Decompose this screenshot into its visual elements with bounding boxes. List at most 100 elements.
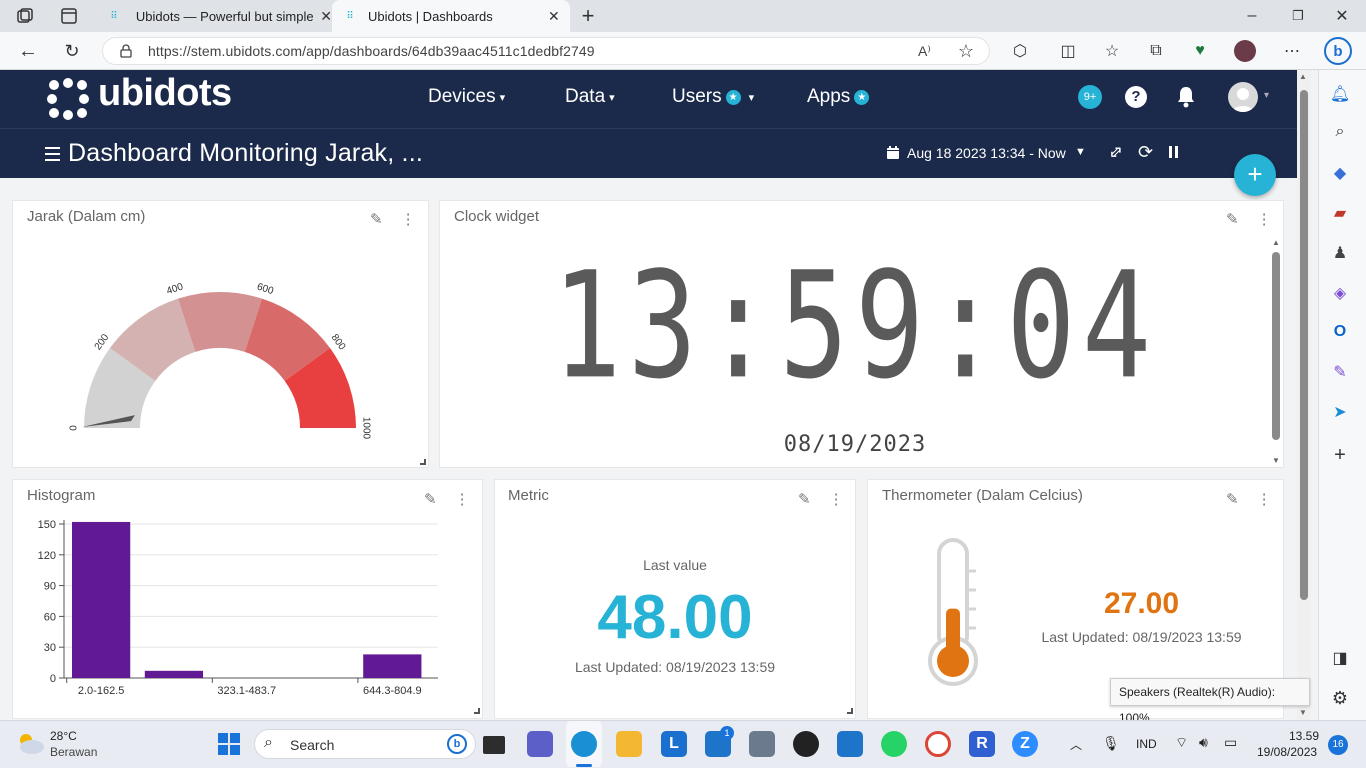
taskbar-search-box[interactable] xyxy=(254,729,476,759)
task-view-icon[interactable] xyxy=(483,736,505,754)
read-aloud-icon[interactable]: A⁾ xyxy=(918,43,931,60)
notifications-count-badge[interactable]: 9+ xyxy=(1078,85,1102,109)
whatsapp-icon[interactable] xyxy=(881,731,907,757)
resize-handle-icon[interactable] xyxy=(847,708,853,714)
more-vertical-icon[interactable]: ⋮ xyxy=(1257,490,1272,508)
designer-icon[interactable]: ✎ xyxy=(1330,362,1350,382)
add-sidebar-app-icon[interactable]: + xyxy=(1330,444,1350,466)
edit-pencil-icon[interactable]: ✎ xyxy=(424,490,437,508)
ubidots-logo-icon[interactable] xyxy=(46,77,90,121)
add-widget-button[interactable]: + xyxy=(1234,154,1276,196)
weather-temp[interactable]: 28°C xyxy=(50,729,77,743)
refresh-dashboard-icon[interactable]: ⟳ xyxy=(1138,142,1153,163)
bing-search-icon[interactable]: b xyxy=(447,734,467,754)
battery-icon[interactable]: ▭ xyxy=(1224,734,1237,751)
calendar-icon[interactable] xyxy=(886,145,900,160)
hide-sidebar-icon[interactable]: ◨ xyxy=(1330,648,1350,668)
wifi-icon[interactable]: ⌔ xyxy=(1175,734,1188,752)
page-scrollbar-thumb[interactable] xyxy=(1300,90,1308,600)
bell-icon[interactable] xyxy=(1175,85,1197,109)
favorite-star-icon[interactable]: ☆ xyxy=(956,41,976,61)
widget-scrollbar-thumb[interactable] xyxy=(1272,252,1280,440)
games-icon[interactable]: ♟ xyxy=(1330,243,1350,263)
close-tab-icon[interactable]: ✕ xyxy=(320,8,332,25)
pause-icon[interactable] xyxy=(1169,146,1179,158)
media-player-icon[interactable] xyxy=(793,731,819,757)
caret-down-icon[interactable]: ▾ xyxy=(1264,90,1269,101)
nav-data[interactable]: Data ▾ xyxy=(565,86,615,108)
scroll-up-icon[interactable]: ▲ xyxy=(1299,72,1307,81)
more-vertical-icon[interactable]: ⋮ xyxy=(401,210,416,228)
tab-actions-icon[interactable] xyxy=(58,6,80,26)
microphone-icon[interactable]: 🎙︎ xyxy=(1102,735,1120,752)
send-icon[interactable]: ➤ xyxy=(1330,402,1350,422)
close-window-icon[interactable]: ✕ xyxy=(1332,6,1352,26)
close-tab-icon[interactable]: ✕ xyxy=(548,8,560,25)
clock-date-tray[interactable]: 19/08/2023 xyxy=(1257,745,1317,759)
store-icon[interactable] xyxy=(749,731,775,757)
zoom-icon[interactable]: Z xyxy=(1012,731,1038,757)
speaker-icon[interactable]: 🔊︎ xyxy=(1199,734,1208,751)
nav-devices[interactable]: Devices ▾ xyxy=(428,86,505,108)
sidebar-settings-icon[interactable]: ⚙ xyxy=(1330,688,1350,708)
calendar-app-icon[interactable] xyxy=(837,731,863,757)
office-icon[interactable]: ◈ xyxy=(1330,283,1350,303)
outlook-icon[interactable]: O xyxy=(1330,322,1350,342)
notifications-sidebar-icon[interactable]: 🔔︎ xyxy=(1330,84,1350,104)
new-tab-icon[interactable]: + xyxy=(578,3,598,28)
edge-taskbar-icon[interactable] xyxy=(571,731,597,757)
tab-ubidots-dashboards[interactable]: ⠿ Ubidots | Dashboards ✕ xyxy=(332,0,570,32)
more-vertical-icon[interactable]: ⋮ xyxy=(829,490,844,508)
bing-copilot-icon[interactable]: b xyxy=(1324,37,1352,65)
logo-text[interactable]: ubidots xyxy=(98,72,232,115)
restore-icon[interactable]: ❐ xyxy=(1288,6,1308,26)
browser-essentials-icon[interactable]: ♥ xyxy=(1190,41,1210,61)
hamburger-menu-icon[interactable] xyxy=(45,147,60,161)
lock-icon[interactable] xyxy=(118,42,134,60)
weather-desc[interactable]: Berawan xyxy=(50,745,97,759)
url-text[interactable]: https://stem.ubidots.com/app/dashboards/… xyxy=(148,43,595,59)
more-vertical-icon[interactable]: ⋮ xyxy=(1257,210,1272,228)
shopping-icon[interactable]: ◆ xyxy=(1330,163,1350,183)
more-options-icon[interactable]: ⋯ xyxy=(1282,41,1302,61)
resize-handle-icon[interactable] xyxy=(420,459,426,465)
chrome-icon[interactable] xyxy=(925,731,951,757)
scroll-up-icon[interactable]: ▲ xyxy=(1272,238,1280,247)
scroll-down-icon[interactable]: ▼ xyxy=(1272,456,1280,465)
show-hidden-icons-icon[interactable]: ︿ xyxy=(1070,736,1082,753)
tab-ubidots-home[interactable]: ⠿ Ubidots — Powerful but simple I... ✕ xyxy=(96,0,332,32)
split-screen-icon[interactable]: ◫ xyxy=(1058,41,1078,61)
profile-avatar[interactable] xyxy=(1234,40,1256,62)
extensions-icon[interactable]: ⬡ xyxy=(1010,41,1030,61)
minimize-icon[interactable]: – xyxy=(1242,6,1262,26)
collections-icon[interactable]: ⧉ xyxy=(1146,41,1166,61)
edit-pencil-icon[interactable]: ✎ xyxy=(798,490,811,508)
date-range-picker[interactable]: Aug 18 2023 13:34 - Now xyxy=(907,145,1066,161)
caret-down-icon[interactable]: ▼ xyxy=(1075,146,1086,158)
search-sidebar-icon[interactable]: ⌕ xyxy=(1330,122,1350,142)
user-avatar[interactable] xyxy=(1228,82,1258,112)
help-icon[interactable]: ? xyxy=(1125,86,1147,108)
weather-cloud-icon[interactable] xyxy=(16,730,46,756)
edit-pencil-icon[interactable]: ✎ xyxy=(370,210,383,228)
nav-apps[interactable]: Apps ★ xyxy=(807,86,870,108)
tools-icon[interactable]: ▰ xyxy=(1330,203,1350,223)
refresh-icon[interactable]: ↻ xyxy=(62,41,82,61)
nav-users[interactable]: Users ★ ▾ xyxy=(672,86,754,108)
favorites-icon[interactable]: ☆ xyxy=(1102,41,1122,61)
file-explorer-icon[interactable] xyxy=(616,731,642,757)
edit-pencil-icon[interactable]: ✎ xyxy=(1226,210,1239,228)
resize-handle-icon[interactable] xyxy=(474,708,480,714)
more-vertical-icon[interactable]: ⋮ xyxy=(455,490,470,508)
clock-time-tray[interactable]: 13.59 xyxy=(1285,729,1319,743)
dashboard-title[interactable]: Dashboard Monitoring Jarak, ... xyxy=(68,139,423,168)
lms-app-icon[interactable]: L xyxy=(661,731,687,757)
back-icon[interactable]: ← xyxy=(18,40,38,62)
teams-icon[interactable] xyxy=(527,731,553,757)
edit-pencil-icon[interactable]: ✎ xyxy=(1226,490,1239,508)
workspaces-icon[interactable] xyxy=(14,6,36,26)
language-indicator[interactable]: IND xyxy=(1136,737,1157,751)
r-app-icon[interactable]: R xyxy=(969,731,995,757)
scroll-down-icon[interactable]: ▼ xyxy=(1299,708,1307,717)
windows-start-icon[interactable] xyxy=(217,732,241,756)
